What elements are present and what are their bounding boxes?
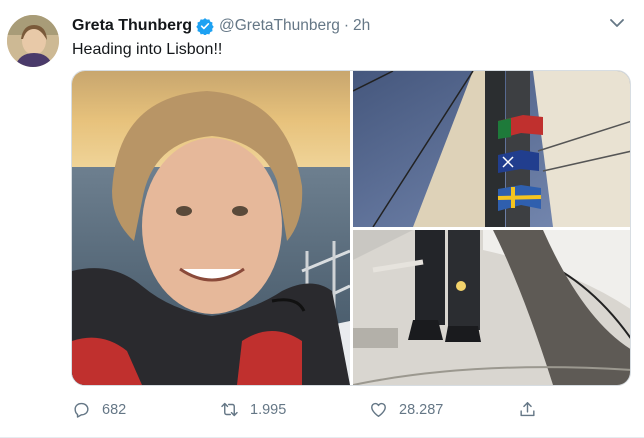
author-handle[interactable]: @GretaThunberg — [219, 17, 340, 35]
like-button[interactable]: 28.287 — [369, 400, 443, 419]
tweet-timestamp[interactable]: 2h — [353, 17, 370, 35]
photo-portrait[interactable] — [72, 71, 350, 385]
verified-badge-icon — [196, 18, 214, 35]
author-name[interactable]: Greta Thunberg — [72, 17, 192, 35]
retweet-button[interactable]: 1.995 — [220, 400, 286, 419]
retweet-count: 1.995 — [250, 401, 287, 418]
heart-icon — [371, 402, 386, 417]
separator-dot: · — [343, 17, 350, 34]
photo-deck[interactable] — [353, 230, 630, 385]
retweet-icon — [221, 402, 238, 417]
chevron-down-icon[interactable] — [610, 18, 624, 28]
avatar[interactable] — [7, 15, 59, 67]
photo-sail-flags[interactable] — [353, 71, 630, 227]
reply-count: 682 — [102, 401, 127, 418]
like-count: 28.287 — [399, 401, 444, 418]
reply-button[interactable]: 682 — [72, 400, 126, 419]
tweet[interactable]: Greta Thunberg @GretaThunberg · 2h Headi… — [0, 0, 644, 438]
tweet-text: Heading into Lisbon!! — [72, 41, 223, 58]
media-grid — [71, 70, 631, 386]
tweet-actions: 682 1.995 28.287 — [72, 400, 552, 424]
share-icon — [520, 402, 535, 417]
reply-icon — [74, 402, 89, 418]
tweet-header: Greta Thunberg @GretaThunberg · 2h — [72, 16, 370, 36]
share-button[interactable] — [518, 400, 548, 419]
